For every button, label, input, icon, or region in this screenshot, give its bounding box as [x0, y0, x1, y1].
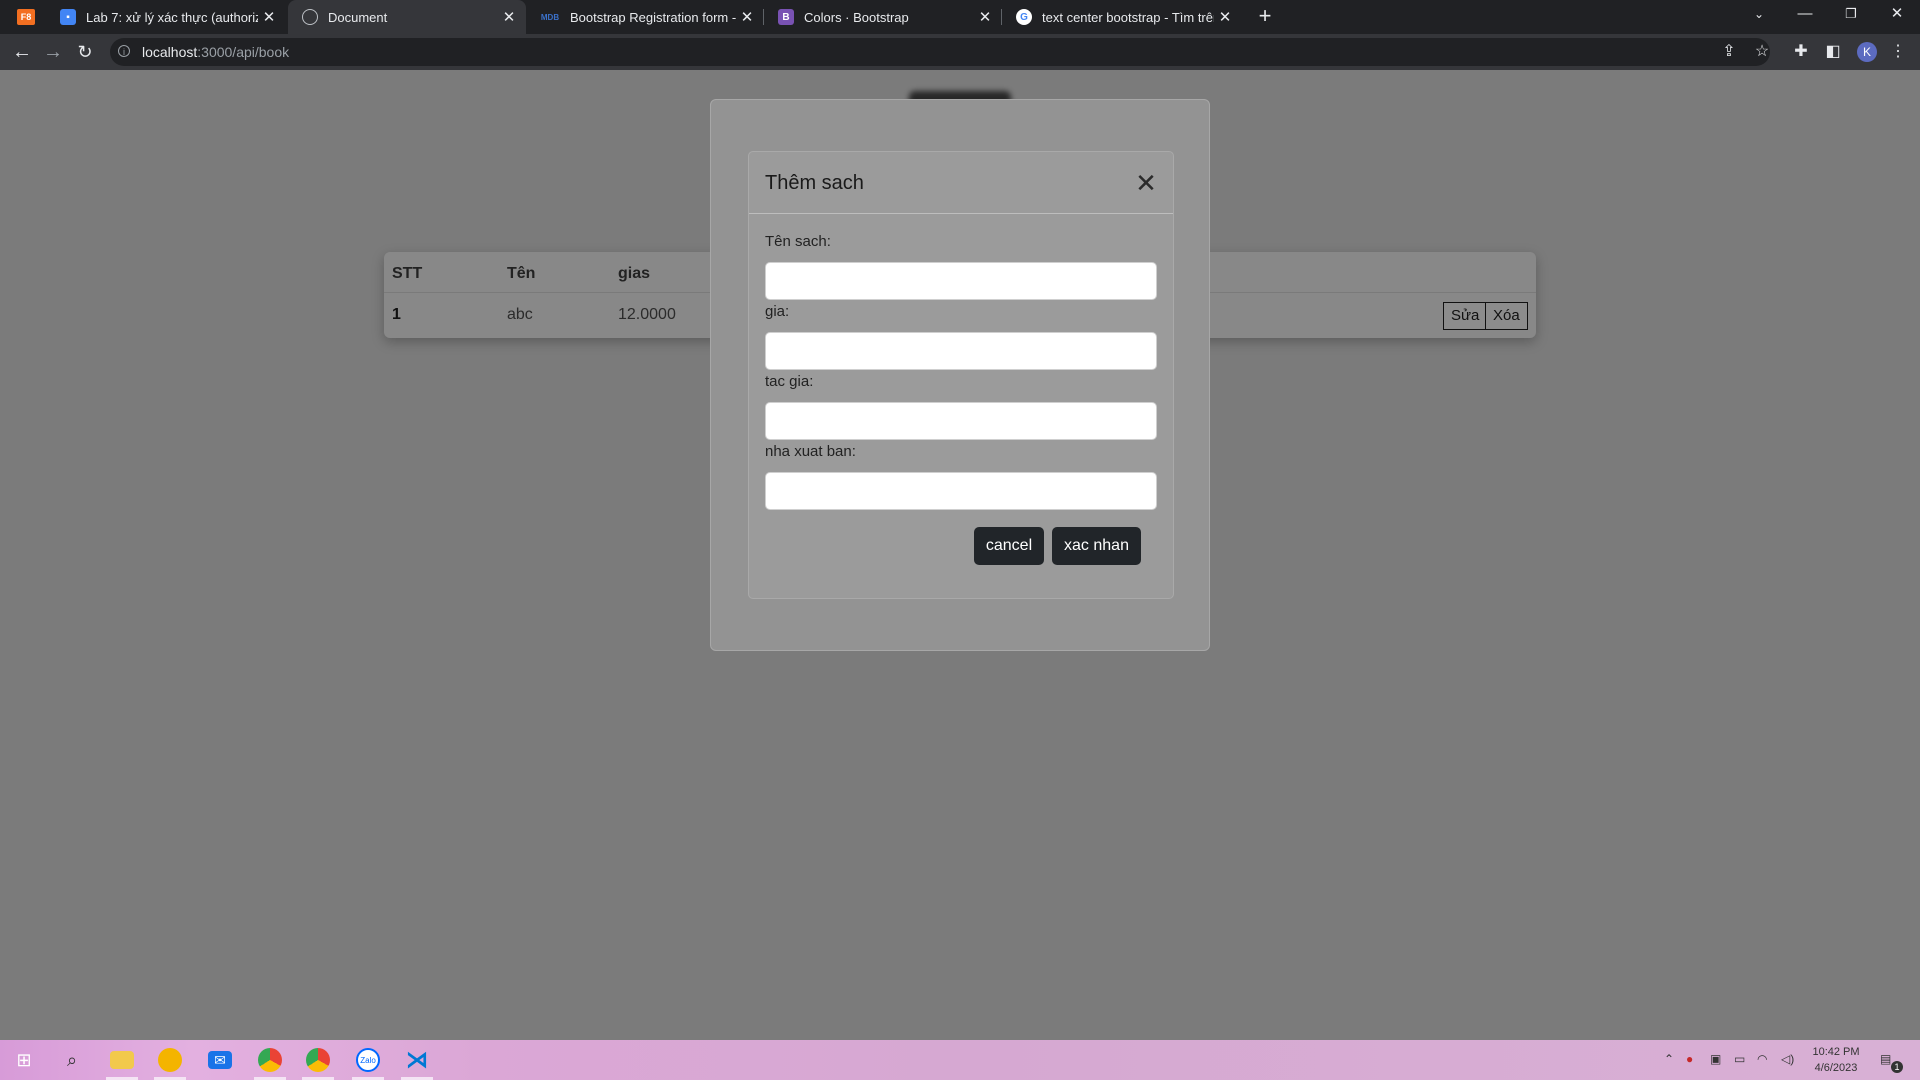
address-bar[interactable]: i localhost:3000/api/book [110, 38, 1770, 66]
edit-button[interactable]: Sửa [1443, 302, 1488, 330]
wifi-icon[interactable]: ◠ [1757, 1052, 1767, 1066]
zalo-icon[interactable]: Zalo [356, 1048, 380, 1072]
side-panel-icon[interactable]: ◧ [1823, 42, 1843, 62]
table-header-stt: STT [392, 265, 423, 282]
close-tab-icon[interactable]: ✕ [498, 8, 520, 26]
antivirus-tray-icon[interactable]: ● [1686, 1052, 1693, 1066]
close-window-icon[interactable]: ✕ [1874, 0, 1920, 30]
search-icon[interactable]: ⌕ [60, 1048, 84, 1072]
browser-tab-strip: F8 ▪ Lab 7: xử lý xác thực (authorize) v… [0, 0, 1920, 34]
chrome-canary-icon[interactable] [158, 1048, 182, 1072]
f8-favicon-icon[interactable]: F8 [17, 9, 35, 25]
windows-taskbar: ⊞ ⌕ ✉ Zalo ⋊ ⌃ ● ▣ ▭ ◠ ◁) 10:42 PM 4/6/2… [0, 1040, 1920, 1080]
extensions-puzzle-icon[interactable]: ✚ [1791, 42, 1811, 62]
url-text: localhost:3000/api/book [142, 44, 290, 60]
mdb-icon: MDB [540, 12, 560, 22]
close-icon[interactable]: ✕ [1135, 170, 1157, 196]
restore-icon[interactable]: ❐ [1828, 0, 1874, 30]
table-header-ten: Tên [507, 265, 536, 282]
site-info-icon[interactable]: i [118, 45, 130, 57]
minimize-icon[interactable]: — [1782, 0, 1828, 30]
table-header-gias: gias [618, 265, 651, 282]
tab-label: text center bootstrap - Tìm trên G [1042, 9, 1214, 25]
close-tab-icon[interactable]: ✕ [974, 8, 996, 26]
tab-google-search[interactable]: G text center bootstrap - Tìm trên G ✕ [1002, 0, 1242, 34]
cell-ten: abc [507, 306, 533, 323]
cancel-button[interactable]: cancel [974, 527, 1044, 565]
chrome-profile-icon[interactable] [306, 1048, 330, 1072]
clock-date: 4/6/2023 [1814, 1062, 1858, 1074]
tab-label: Colors · Bootstrap [804, 9, 909, 25]
share-icon[interactable]: ⇪ [1719, 42, 1739, 62]
tab-colors-bootstrap[interactable]: B Colors · Bootstrap ✕ [764, 0, 1002, 34]
close-tab-icon[interactable]: ✕ [736, 8, 758, 26]
network-adapter-tray-icon[interactable]: ▣ [1710, 1052, 1721, 1066]
tab-label: Bootstrap Registration form - fre [570, 9, 736, 25]
cell-gia: 12.0000 [618, 306, 676, 323]
browser-toolbar: ← → ↻ i localhost:3000/api/book ⇪ ☆ ✚ ◧ … [0, 34, 1920, 70]
new-tab-button[interactable]: + [1253, 5, 1277, 28]
delete-button[interactable]: Xóa [1485, 302, 1528, 330]
system-clock[interactable]: 10:42 PM 4/6/2023 [1808, 1044, 1864, 1076]
close-tab-icon[interactable]: ✕ [258, 8, 280, 26]
book-name-label: Tên sach: [765, 233, 831, 250]
file-explorer-icon[interactable] [110, 1051, 134, 1069]
publisher-label: nha xuat ban: [765, 443, 856, 460]
add-book-modal: Thêm sach ✕ Tên sach: gia: tac gia: nha … [748, 151, 1174, 599]
globe-icon [302, 9, 318, 25]
notification-center-icon[interactable]: ▤ [1880, 1052, 1891, 1066]
tab-lab7[interactable]: ▪ Lab 7: xử lý xác thực (authorize) v ✕ [46, 0, 286, 34]
modal-header-divider [749, 213, 1173, 214]
author-label: tac gia: [765, 373, 814, 390]
tab-bootstrap-registration[interactable]: MDB Bootstrap Registration form - fre ✕ [526, 0, 764, 34]
battery-icon[interactable]: ▭ [1734, 1052, 1745, 1066]
modal-wrapper: Thêm sach ✕ Tên sach: gia: tac gia: nha … [710, 99, 1210, 651]
windows-start-icon[interactable]: ⊞ [12, 1048, 36, 1072]
author-input[interactable] [765, 402, 1157, 440]
mail-icon[interactable]: ✉ [208, 1051, 232, 1069]
close-tab-icon[interactable]: ✕ [1214, 8, 1236, 26]
clock-time: 10:42 PM [1812, 1046, 1860, 1058]
chrome-icon[interactable] [258, 1048, 282, 1072]
price-label: gia: [765, 303, 790, 320]
book-name-input[interactable] [765, 262, 1157, 300]
user-doc-icon: ▪ [60, 9, 76, 25]
vscode-icon[interactable]: ⋊ [405, 1047, 429, 1072]
volume-icon[interactable]: ◁) [1781, 1052, 1794, 1066]
forward-arrow-icon[interactable]: → [41, 40, 65, 64]
confirm-button[interactable]: xac nhan [1052, 527, 1141, 565]
modal-title: Thêm sach [765, 172, 864, 194]
reload-icon[interactable]: ↻ [73, 40, 97, 64]
bootstrap-icon: B [778, 9, 794, 25]
menu-kebab-icon[interactable]: ⋮ [1888, 42, 1908, 62]
page-backdrop[interactable]: STT Tên gias 1 abc 12.0000 Sửa Xóa Thêm … [0, 70, 1920, 1040]
google-icon: G [1016, 9, 1032, 25]
profile-avatar[interactable]: K [1857, 42, 1877, 62]
notification-count-badge: 1 [1891, 1061, 1903, 1073]
show-hidden-icons-icon[interactable]: ⌃ [1664, 1052, 1674, 1066]
publisher-input[interactable] [765, 472, 1157, 510]
tab-document[interactable]: Document ✕ [288, 0, 526, 34]
price-input[interactable] [765, 332, 1157, 370]
tab-label: Lab 7: xử lý xác thực (authorize) v [86, 9, 258, 25]
tab-search-chevron-icon[interactable]: ⌄ [1736, 0, 1782, 30]
bookmark-star-icon[interactable]: ☆ [1752, 42, 1772, 62]
back-arrow-icon[interactable]: ← [10, 40, 34, 64]
tab-label: Document [328, 9, 388, 25]
cell-stt: 1 [392, 306, 401, 323]
